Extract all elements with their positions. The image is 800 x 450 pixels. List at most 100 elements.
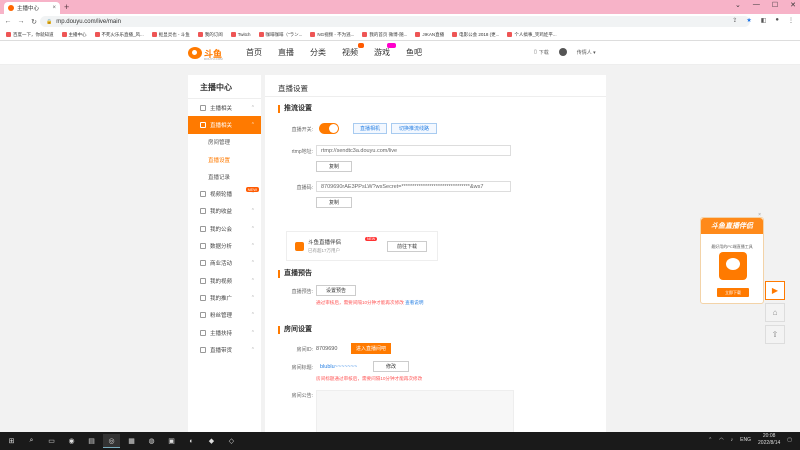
bookmark-item[interactable]: 咖啡咖啡（"ラン... xyxy=(258,32,302,38)
search-icon[interactable]: ⌕ xyxy=(23,434,40,448)
play-icon[interactable]: ▶ xyxy=(765,281,785,300)
sidebar-item[interactable]: 我的推广 ⌃ xyxy=(188,289,261,306)
app-icon[interactable]: ◆ xyxy=(203,434,220,448)
download-link[interactable]: ▯ 下载 xyxy=(534,49,549,56)
bookmark-item[interactable]: JIKAN直播 xyxy=(415,32,444,38)
tray-chevron-icon[interactable]: ⌃ xyxy=(708,437,712,443)
nav-item[interactable]: 首页 xyxy=(246,47,262,58)
language-indicator[interactable]: ENG xyxy=(740,437,751,443)
close-window-button[interactable]: ✕ xyxy=(790,1,796,9)
stream-code-field[interactable]: 8709690rAE3PPsLW?wsSecret=**************… xyxy=(316,181,511,192)
bookmark-label: 电影公会 2018 (更... xyxy=(459,31,500,37)
nav-item[interactable]: 分类 xyxy=(310,47,326,58)
sidebar-item[interactable]: 视频轮播 ⌃ NEW xyxy=(188,185,261,202)
steam-icon[interactable]: ◍ xyxy=(143,434,160,448)
bookmark-item[interactable]: 抠显灵也 - 斗鱼 xyxy=(151,32,190,38)
sidebar-subitem[interactable]: 房间管理 xyxy=(188,134,261,151)
nav-item[interactable]: 鱼吧 xyxy=(406,47,422,58)
forward-icon[interactable]: → xyxy=(17,18,25,25)
chrome-icon[interactable]: ◎ xyxy=(103,434,120,448)
sidebar-item[interactable]: 我的视频 ⌃ xyxy=(188,272,261,289)
browser-tab[interactable]: 主播中心 × xyxy=(4,2,60,14)
network-icon[interactable]: ◠ xyxy=(719,437,723,443)
sidebar-item[interactable]: 主播扶持 ⌃ xyxy=(188,324,261,341)
live-switch-toggle[interactable] xyxy=(319,123,339,134)
game-icon[interactable]: ◇ xyxy=(223,434,240,448)
bookmark-item[interactable]: 百度一下，你就知道 xyxy=(6,32,54,38)
url-input[interactable]: 🔒 mp.douyu.com/live/main xyxy=(40,16,750,27)
home-icon[interactable]: ⌂ xyxy=(765,303,785,322)
username[interactable]: 传情人 ▾ xyxy=(577,49,596,56)
sidebar-item[interactable]: 直播带货 ⌃ xyxy=(188,341,261,358)
bookmark-item[interactable]: NG视频 - 不为逃... xyxy=(310,32,354,38)
preview-help-link[interactable]: 查看说明 xyxy=(405,300,423,305)
copy-rtmp-button[interactable]: 复制 xyxy=(316,161,352,172)
wechat-icon[interactable]: ◉ xyxy=(63,434,80,448)
close-ad-icon[interactable]: × xyxy=(758,212,761,218)
bookmark-item[interactable]: 个人搞事_笑鸡娃平... xyxy=(507,32,557,38)
close-tab-icon[interactable]: × xyxy=(52,5,56,11)
task-view-icon[interactable]: ▭ xyxy=(43,434,60,448)
sidebar-subitem[interactable]: 直播记录 xyxy=(188,168,261,185)
bookmark-item[interactable]: 我的首页 微博-随... xyxy=(362,32,407,38)
edit-title-button[interactable]: 修改 xyxy=(373,361,409,372)
switch-line-button[interactable]: 切换推流线路 xyxy=(391,123,437,134)
minimize-button[interactable]: — xyxy=(753,1,760,9)
sidebar-item[interactable]: 我的公会 ⌃ xyxy=(188,220,261,237)
promo-title: 斗鱼直播伴侣 xyxy=(308,240,342,246)
new-tab-button[interactable]: + xyxy=(64,2,69,12)
sidebar-item-label: 主播扶持 xyxy=(210,330,233,337)
excel-icon[interactable]: ▦ xyxy=(123,434,140,448)
username-label: 传情人 xyxy=(576,49,592,56)
reload-icon[interactable]: ↻ xyxy=(30,18,38,26)
sidebar-item[interactable]: 商业活动 ⌃ xyxy=(188,255,261,272)
bookmark-item[interactable]: 我的订阅 xyxy=(197,32,223,38)
sidebar-item[interactable]: 数据分析 ⌃ xyxy=(188,237,261,254)
ad-download-button[interactable]: 立即下载 xyxy=(717,288,749,297)
sidebar-item-label: 数据分析 xyxy=(210,244,233,251)
live-camera-button[interactable]: 直播相机 xyxy=(353,123,387,134)
copy-code-button[interactable]: 复制 xyxy=(316,197,352,208)
bookmark-item[interactable]: 主播中心 xyxy=(61,32,87,38)
volume-icon[interactable]: ♪ xyxy=(731,437,734,443)
sidebar-subitem[interactable]: 直播设置 xyxy=(188,151,261,168)
sidebar-item[interactable]: 我的收益 ⌃ xyxy=(188,203,261,220)
sidebar-item[interactable]: 直播相关 ⌃ xyxy=(188,116,261,134)
bookmark-star-icon[interactable]: ★ xyxy=(746,17,751,24)
profile-icon[interactable]: ● xyxy=(775,17,779,24)
media-icon[interactable]: ▣ xyxy=(163,434,180,448)
extensions-icon[interactable]: ◧ xyxy=(761,17,767,24)
avatar[interactable] xyxy=(558,48,567,56)
rtmp-address-field[interactable]: rtmp://sendtc3a.douyu.com/live xyxy=(316,145,511,156)
bookmark-item[interactable]: 不死火乐乐直播_风... xyxy=(94,32,144,38)
download-label: 下载 xyxy=(538,49,549,56)
sidebar-item-label: 主播相关 xyxy=(210,105,233,112)
windows-start-icon[interactable]: ⊞ xyxy=(3,434,20,448)
back-to-top-icon[interactable]: ⇧ xyxy=(765,325,785,344)
room-title-field[interactable]: blublu~~~~~~~ xyxy=(316,361,368,372)
folder-icon[interactable]: ▤ xyxy=(83,434,100,448)
menu-icon[interactable]: ⋮ xyxy=(788,17,794,24)
tab-title: 主播中心 xyxy=(17,6,40,12)
nav-item[interactable]: 游戏 xyxy=(374,43,396,58)
nav-item[interactable]: 直播 xyxy=(278,47,294,58)
go-download-button[interactable]: 前往下载 xyxy=(387,241,427,252)
nav-item[interactable]: 视频 xyxy=(342,43,364,58)
set-preview-button[interactable]: 设置预告 xyxy=(316,285,356,296)
back-icon[interactable]: ← xyxy=(4,18,12,25)
bookmark-item[interactable]: 电影公会 2018 (更... xyxy=(452,32,499,38)
share-icon[interactable]: ⇪ xyxy=(732,17,737,24)
sidebar-item-icon xyxy=(200,243,206,250)
obs-icon[interactable]: ◐ xyxy=(183,434,200,448)
notification-icon[interactable]: ▢ xyxy=(787,437,792,443)
douyu-logo[interactable]: 斗鱼 DOUYU.COM xyxy=(188,45,228,61)
clock[interactable]: 20:08 2022/8/14 xyxy=(758,433,780,447)
room-notice-textarea[interactable] xyxy=(316,390,514,434)
chevron-down-icon[interactable]: ⌄ xyxy=(735,1,741,9)
enter-room-button[interactable]: 进入直播间吧 xyxy=(351,343,391,354)
sidebar-item[interactable]: 主播相关 ⌃ xyxy=(188,99,261,116)
maximize-button[interactable]: ☐ xyxy=(772,1,778,9)
sidebar-item[interactable]: 粉丝管理 ⌃ xyxy=(188,307,261,324)
chevron-icon: ⌃ xyxy=(250,104,255,111)
bookmark-item[interactable]: Twitch xyxy=(230,32,251,37)
